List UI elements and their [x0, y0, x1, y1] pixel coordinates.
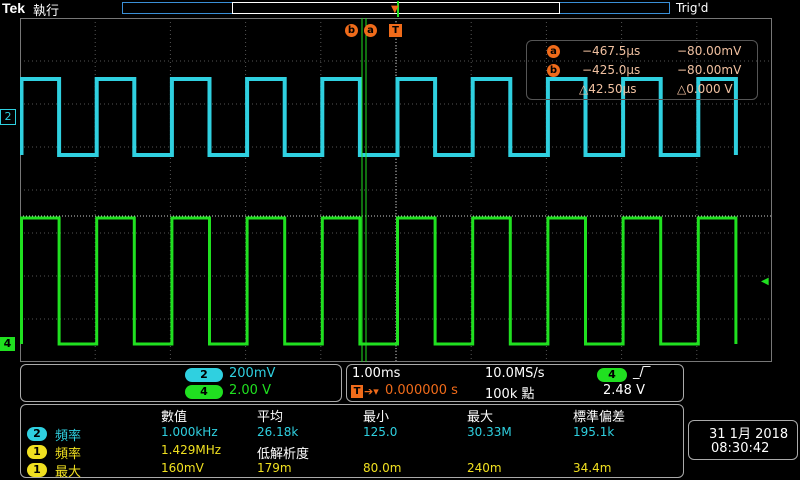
ch2-ground-marker[interactable]: 2	[0, 109, 16, 125]
ch2-badge[interactable]: 2	[185, 368, 223, 382]
trigger-arrow-icon: ▼	[391, 4, 399, 15]
cursor-readout-panel: a −467.5µs −80.00mV b −425.0µs −80.00mV …	[526, 40, 758, 100]
meas-row1-name: 頻率	[55, 429, 82, 444]
ch4-scale: 2.00 V	[229, 383, 271, 398]
record-length: 100k 點	[485, 387, 535, 402]
meas-header-max: 最大	[467, 410, 494, 425]
cursor-b-marker[interactable]: b	[345, 24, 358, 37]
cursor-b-time: −425.0µs	[582, 63, 641, 77]
meas-row2-name: 頻率	[55, 447, 82, 462]
cursor-b-badge: b	[547, 64, 560, 77]
meas-row1-mean: 26.18k	[257, 425, 299, 439]
trigger-delay: 0.000000 s	[385, 383, 458, 398]
meas-row3-max: 240m	[467, 461, 502, 475]
cursor-a-badge: a	[547, 45, 560, 58]
time-scale: 1.00ms	[352, 366, 401, 381]
trigger-source-badge[interactable]: 4	[597, 368, 627, 382]
time-text: 08:30:42	[711, 441, 770, 456]
meas-header-mean: 平均	[257, 410, 284, 425]
ch2-scale: 200mV	[229, 366, 276, 381]
meas-row1-std: 195.1k	[573, 425, 615, 439]
meas-row2-mean: 低解析度	[257, 447, 310, 462]
cursor-a-voltage: −80.00mV	[677, 44, 742, 58]
meas-row2-channel-badge: 1	[27, 445, 47, 459]
meas-row3-channel-badge: 1	[27, 463, 47, 477]
measurement-panel[interactable]: 數值 平均 最小 最大 標準偏差 2 頻率 1.000kHz 26.18k 12…	[20, 404, 684, 480]
ch4-ground-marker[interactable]: 4	[0, 337, 15, 351]
arrow-right-icon: ➔▾	[364, 385, 379, 398]
trigger-position-marker[interactable]: T	[389, 24, 402, 37]
meas-row2-value: 1.429MHz	[161, 443, 222, 457]
acquisition-mode: 執行	[33, 4, 60, 19]
meas-row3-value: 160mV	[161, 461, 204, 475]
trigger-level-arrow-icon[interactable]: ◀	[761, 276, 769, 287]
cursor-a-marker[interactable]: a	[364, 24, 377, 37]
cursor-a-time: −467.5µs	[582, 44, 641, 58]
ch4-waveform	[20, 216, 738, 346]
top-status-bar: Tek 執行 Trig'd	[0, 0, 800, 19]
meas-row3-std: 34.4m	[573, 461, 612, 475]
cursor-delta-voltage: △0.000 V	[677, 82, 733, 96]
date-text: 31 1月 2018	[709, 427, 789, 442]
meas-header-std: 標準偏差	[573, 410, 626, 425]
cursor-b-voltage: −80.00mV	[677, 63, 742, 77]
meas-row1-channel-badge: 2	[27, 427, 47, 441]
brand-logo: Tek	[2, 0, 26, 16]
meas-row3-mean: 179m	[257, 461, 292, 475]
meas-row3-min: 80.0m	[363, 461, 402, 475]
meas-row3-name: 最大	[55, 465, 82, 480]
timebase-panel[interactable]: 1.00ms 10.0MS/s T ➔▾ 0.000000 s 100k 點 4…	[346, 364, 684, 402]
trigger-level: 2.48 V	[603, 383, 645, 398]
ch4-badge[interactable]: 4	[185, 385, 223, 399]
meas-row1-value: 1.000kHz	[161, 425, 218, 439]
channel-scale-panel[interactable]: 2 200mV 4 2.00 V	[20, 364, 342, 402]
meas-row1-max: 30.33M	[467, 425, 512, 439]
meas-header-min: 最小	[363, 410, 390, 425]
trigger-status: Trig'd	[676, 1, 709, 15]
sample-rate: 10.0MS/s	[485, 366, 545, 381]
meas-header-value: 數值	[161, 410, 188, 425]
trigger-position-icon: T	[351, 385, 363, 398]
datetime-panel[interactable]: 31 1月 2018 08:30:42	[688, 420, 798, 460]
rising-edge-icon: _/‾	[633, 365, 651, 380]
cursor-delta-time: △42.50µs	[579, 82, 637, 96]
meas-row1-min: 125.0	[363, 425, 398, 439]
